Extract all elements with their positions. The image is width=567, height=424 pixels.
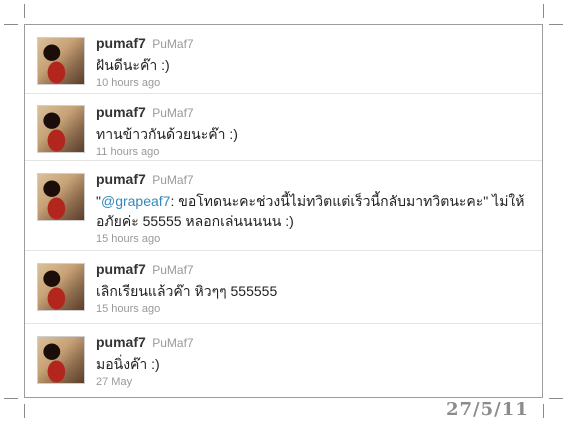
mention-link[interactable]: @grapeaf7 xyxy=(101,193,170,209)
display-name: PuMaf7 xyxy=(152,106,194,120)
tweet-text: ฝันดีนะค๊า :) xyxy=(96,57,170,73)
screen-name[interactable]: pumaf7 xyxy=(96,261,146,277)
avatar[interactable] xyxy=(37,173,85,221)
tweet-item: pumaf7 PuMaf7 ฝันดีนะค๊า :) 10 hours ago xyxy=(25,25,542,94)
tweet-timeline: pumaf7 PuMaf7 ฝันดีนะค๊า :) 10 hours ago… xyxy=(24,24,543,398)
tweet-timestamp[interactable]: 15 hours ago xyxy=(96,303,534,315)
crop-mark xyxy=(24,404,25,418)
avatar[interactable] xyxy=(37,37,85,85)
crop-mark xyxy=(24,4,25,18)
crop-mark xyxy=(549,24,563,25)
tweet-item: pumaf7 PuMaf7 เลิกเรียนแล้วค๊า หิวๆๆ 555… xyxy=(25,251,542,324)
date-stamp: 27/5/11 xyxy=(446,399,529,420)
screen-name[interactable]: pumaf7 xyxy=(96,171,146,187)
crop-mark xyxy=(543,404,544,418)
screen-name[interactable]: pumaf7 xyxy=(96,104,146,120)
tweet-text: "@grapeaf7: ขอโทดนะคะช่วงนี้ไม่ทวิตแต่เร… xyxy=(96,191,534,231)
crop-mark xyxy=(4,398,18,399)
tweet-text: ทานข้าวกันด้วยนะค๊า :) xyxy=(96,126,238,142)
display-name: PuMaf7 xyxy=(152,173,194,187)
tweet-timestamp[interactable]: 27 May xyxy=(96,376,534,388)
screen-name[interactable]: pumaf7 xyxy=(96,334,146,350)
screen-name[interactable]: pumaf7 xyxy=(96,35,146,51)
crop-mark xyxy=(549,398,563,399)
avatar[interactable] xyxy=(37,263,85,311)
tweet-item: pumaf7 PuMaf7 "@grapeaf7: ขอโทดนะคะช่วงน… xyxy=(25,161,542,251)
tweet-timestamp[interactable]: 15 hours ago xyxy=(96,233,534,245)
tweet-timestamp[interactable]: 11 hours ago xyxy=(96,146,534,158)
avatar[interactable] xyxy=(37,105,85,153)
tweet-item: pumaf7 PuMaf7 ทานข้าวกันด้วยนะค๊า :) 11 … xyxy=(25,94,542,161)
tweet-text: เลิกเรียนแล้วค๊า หิวๆๆ 555555 xyxy=(96,283,278,299)
tweet-timestamp[interactable]: 10 hours ago xyxy=(96,77,534,89)
display-name: PuMaf7 xyxy=(152,37,194,51)
display-name: PuMaf7 xyxy=(152,263,194,277)
display-name: PuMaf7 xyxy=(152,336,194,350)
crop-mark xyxy=(4,24,18,25)
avatar[interactable] xyxy=(37,336,85,384)
tweet-text: มอนิ่งค๊า :) xyxy=(96,356,160,372)
tweet-item: pumaf7 PuMaf7 มอนิ่งค๊า :) 27 May xyxy=(25,324,542,397)
crop-mark xyxy=(543,4,544,18)
